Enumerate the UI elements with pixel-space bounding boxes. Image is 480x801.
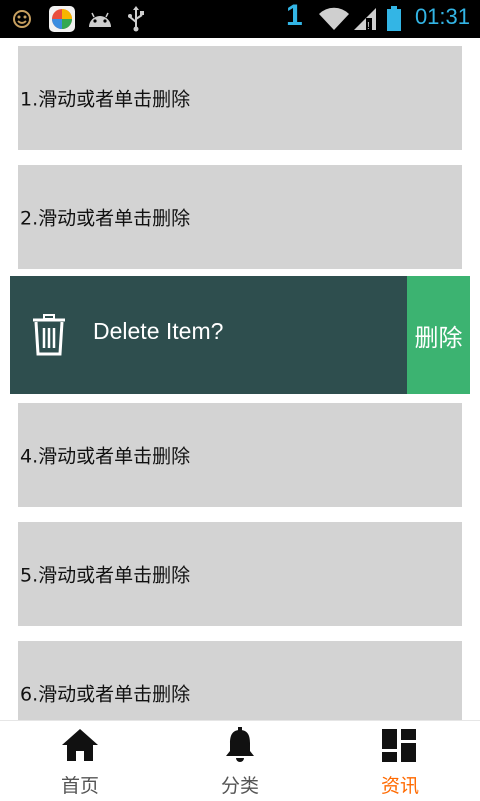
swipe-list[interactable]: 1.滑动或者单击删除 2.滑动或者单击删除 Delete Item? 删除 4.… — [0, 38, 480, 720]
swiped-list-item[interactable]: Delete Item? 删除 — [10, 276, 470, 394]
battery-icon — [387, 6, 401, 31]
tab-home[interactable]: 首页 — [0, 721, 160, 801]
list-item-label: 1.滑动或者单击删除 — [20, 88, 191, 111]
list-item[interactable]: 2.滑动或者单击删除 — [18, 165, 462, 269]
status-bar: 1 ! 01:31 — [0, 0, 480, 38]
bottom-tab-bar: 首页 分类 资讯 — [0, 720, 480, 801]
app-store-icon — [49, 6, 75, 32]
tab-label: 资讯 — [380, 775, 419, 797]
svg-text:!: ! — [367, 21, 370, 32]
smiley-icon — [13, 10, 31, 28]
list-item-label: 4.滑动或者单击删除 — [20, 445, 191, 468]
list-item[interactable]: 6.滑动或者单击删除 — [18, 641, 462, 720]
list-item[interactable]: 1.滑动或者单击删除 — [18, 46, 462, 150]
trash-icon — [33, 314, 65, 356]
signal-digit: 1 — [286, 0, 303, 32]
bell-icon — [226, 727, 254, 762]
list-item[interactable]: 4.滑动或者单击删除 — [18, 403, 462, 507]
delete-prompt: Delete Item? — [93, 318, 224, 344]
clock: 01:31 — [414, 4, 470, 29]
list-item-label: 5.滑动或者单击删除 — [20, 564, 191, 587]
dashboard-icon — [382, 729, 416, 762]
home-icon — [62, 729, 98, 761]
tab-news[interactable]: 资讯 — [320, 721, 480, 801]
list-item[interactable]: 5.滑动或者单击删除 — [18, 522, 462, 626]
tab-category[interactable]: 分类 — [160, 721, 320, 801]
list-item-label: 2.滑动或者单击删除 — [20, 207, 191, 230]
delete-button[interactable]: 删除 — [407, 276, 470, 394]
android-icon — [89, 12, 111, 27]
wifi-icon — [319, 7, 349, 31]
list-item-label: 6.滑动或者单击删除 — [20, 683, 191, 706]
signal-icon: ! — [354, 8, 376, 32]
tab-label: 首页 — [60, 775, 99, 797]
tab-label: 分类 — [220, 775, 259, 797]
usb-icon — [128, 6, 144, 32]
